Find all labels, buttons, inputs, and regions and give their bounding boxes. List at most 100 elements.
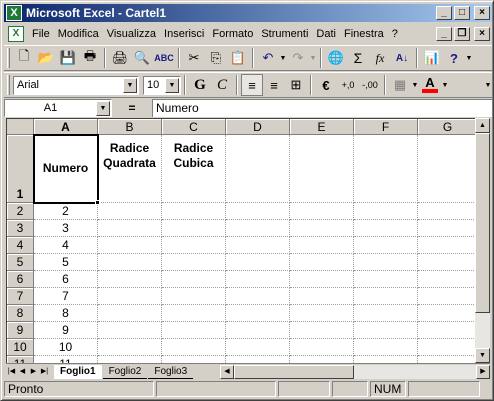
scroll-right-icon[interactable]: ▶	[476, 364, 490, 379]
cell-e5[interactable]	[290, 254, 354, 271]
cell-c8[interactable]	[162, 305, 226, 322]
scroll-left-icon[interactable]: ◀	[220, 364, 234, 379]
row-header-5[interactable]: 5	[7, 254, 34, 271]
menu-item-finestra[interactable]: Finestra	[340, 25, 388, 43]
cell-f3[interactable]	[354, 220, 418, 237]
hyperlink-icon[interactable]: 🌐	[325, 47, 347, 69]
cell-a2[interactable]: 2	[34, 203, 98, 220]
cell-a3[interactable]: 3	[34, 220, 98, 237]
copy-icon[interactable]: ⎘	[205, 47, 227, 69]
toolbar-grip[interactable]	[7, 48, 10, 68]
toolbar-options-icon[interactable]: ▼	[484, 82, 492, 89]
row-header-7[interactable]: 7	[7, 288, 34, 305]
cell-g7[interactable]	[418, 288, 478, 305]
cell-e1[interactable]	[290, 135, 354, 203]
cell-g5[interactable]	[418, 254, 478, 271]
doc-minimize-button[interactable]: _	[436, 27, 452, 41]
scroll-up-icon[interactable]: ▲	[475, 118, 490, 133]
last-sheet-icon[interactable]: ▶|	[39, 365, 50, 378]
cell-e7[interactable]	[290, 288, 354, 305]
doc-close-button[interactable]: ×	[474, 27, 490, 41]
cell-c5[interactable]	[162, 254, 226, 271]
column-header-f[interactable]: F	[354, 119, 418, 135]
menu-item-inserisci[interactable]: Inserisci	[160, 25, 208, 43]
menu-item-help[interactable]: ?	[388, 25, 402, 43]
cell-a11[interactable]: 11	[34, 356, 98, 363]
cell-a5[interactable]: 5	[34, 254, 98, 271]
cell-e3[interactable]	[290, 220, 354, 237]
cell-e8[interactable]	[290, 305, 354, 322]
cell-a8[interactable]: 8	[34, 305, 98, 322]
cell-d11[interactable]	[226, 356, 290, 363]
row-header-8[interactable]: 8	[7, 305, 34, 322]
row-header-6[interactable]: 6	[7, 271, 34, 288]
select-all-button[interactable]	[7, 119, 34, 135]
sort-icon[interactable]: A↓	[391, 47, 413, 69]
next-sheet-icon[interactable]: ▶	[28, 365, 39, 378]
cell-g10[interactable]	[418, 339, 478, 356]
spelling-icon[interactable]: ABC	[153, 47, 175, 69]
cell-b7[interactable]	[98, 288, 162, 305]
cell-e9[interactable]	[290, 322, 354, 339]
column-header-e[interactable]: E	[290, 119, 354, 135]
cell-g1[interactable]	[418, 135, 478, 203]
cell-a7[interactable]: 7	[34, 288, 98, 305]
column-header-b[interactable]: B	[98, 119, 162, 135]
row-header-2[interactable]: 2	[7, 203, 34, 220]
cell-c1[interactable]: Radice Cubica	[162, 135, 226, 203]
cell-g2[interactable]	[418, 203, 478, 220]
maximize-button[interactable]: □	[454, 6, 470, 20]
cell-g3[interactable]	[418, 220, 478, 237]
cell-f11[interactable]	[354, 356, 418, 363]
menu-item-file[interactable]: File	[28, 25, 54, 43]
cell-d5[interactable]	[226, 254, 290, 271]
name-box[interactable]: A1 ▼	[4, 99, 112, 117]
cell-d7[interactable]	[226, 288, 290, 305]
cell-c3[interactable]	[162, 220, 226, 237]
sheet-tab-foglio2[interactable]: Foglio2	[102, 365, 148, 379]
menu-item-visualizza[interactable]: Visualizza	[103, 25, 160, 43]
cell-e2[interactable]	[290, 203, 354, 220]
cell-f9[interactable]	[354, 322, 418, 339]
open-icon[interactable]: 📂	[35, 47, 57, 69]
menu-item-dati[interactable]: Dati	[312, 25, 340, 43]
cell-d10[interactable]	[226, 339, 290, 356]
cell-b5[interactable]	[98, 254, 162, 271]
sheet-tab-foglio3[interactable]: Foglio3	[148, 365, 194, 379]
undo-dropdown-icon[interactable]: ▼	[279, 55, 287, 62]
excel-app-icon[interactable]: X	[6, 5, 22, 21]
cell-e6[interactable]	[290, 271, 354, 288]
chart-wizard-icon[interactable]: 📊	[421, 47, 443, 69]
cell-g4[interactable]	[418, 237, 478, 254]
new-icon[interactable]: 🗋	[13, 47, 35, 69]
font-size-select[interactable]: 10 ▼	[143, 75, 181, 95]
align-center-icon[interactable]: ≡	[263, 74, 285, 96]
cell-d2[interactable]	[226, 203, 290, 220]
borders-icon[interactable]: ▦	[389, 74, 411, 96]
document-icon[interactable]: X	[8, 26, 24, 42]
print-icon[interactable]: 🖨	[109, 47, 131, 69]
cell-b9[interactable]	[98, 322, 162, 339]
cell-a9[interactable]: 9	[34, 322, 98, 339]
row-header-1[interactable]: 1	[7, 135, 34, 203]
worksheet-grid[interactable]: A B C D E F G 1 Numero Radice Quadrata Radice Cubi…	[6, 118, 490, 363]
cell-e4[interactable]	[290, 237, 354, 254]
currency-icon[interactable]: €	[315, 74, 337, 96]
cell-f1[interactable]	[354, 135, 418, 203]
chevron-down-icon[interactable]: ▼	[123, 77, 137, 93]
close-button[interactable]: ×	[474, 6, 490, 20]
row-header-4[interactable]: 4	[7, 237, 34, 254]
toolbar-options-icon[interactable]: ▼	[465, 55, 473, 62]
cell-e10[interactable]	[290, 339, 354, 356]
column-header-c[interactable]: C	[162, 119, 226, 135]
chevron-down-icon[interactable]: ▼	[96, 100, 110, 116]
cell-c4[interactable]	[162, 237, 226, 254]
paste-icon[interactable]: 📋	[227, 47, 249, 69]
cut-icon[interactable]: ✂	[183, 47, 205, 69]
vertical-scrollbar[interactable]: ▲ ▼	[475, 118, 490, 363]
cell-c6[interactable]	[162, 271, 226, 288]
print-preview-icon[interactable]: 🔍	[131, 47, 153, 69]
cell-b2[interactable]	[98, 203, 162, 220]
minimize-button[interactable]: _	[436, 6, 452, 20]
cell-b10[interactable]	[98, 339, 162, 356]
